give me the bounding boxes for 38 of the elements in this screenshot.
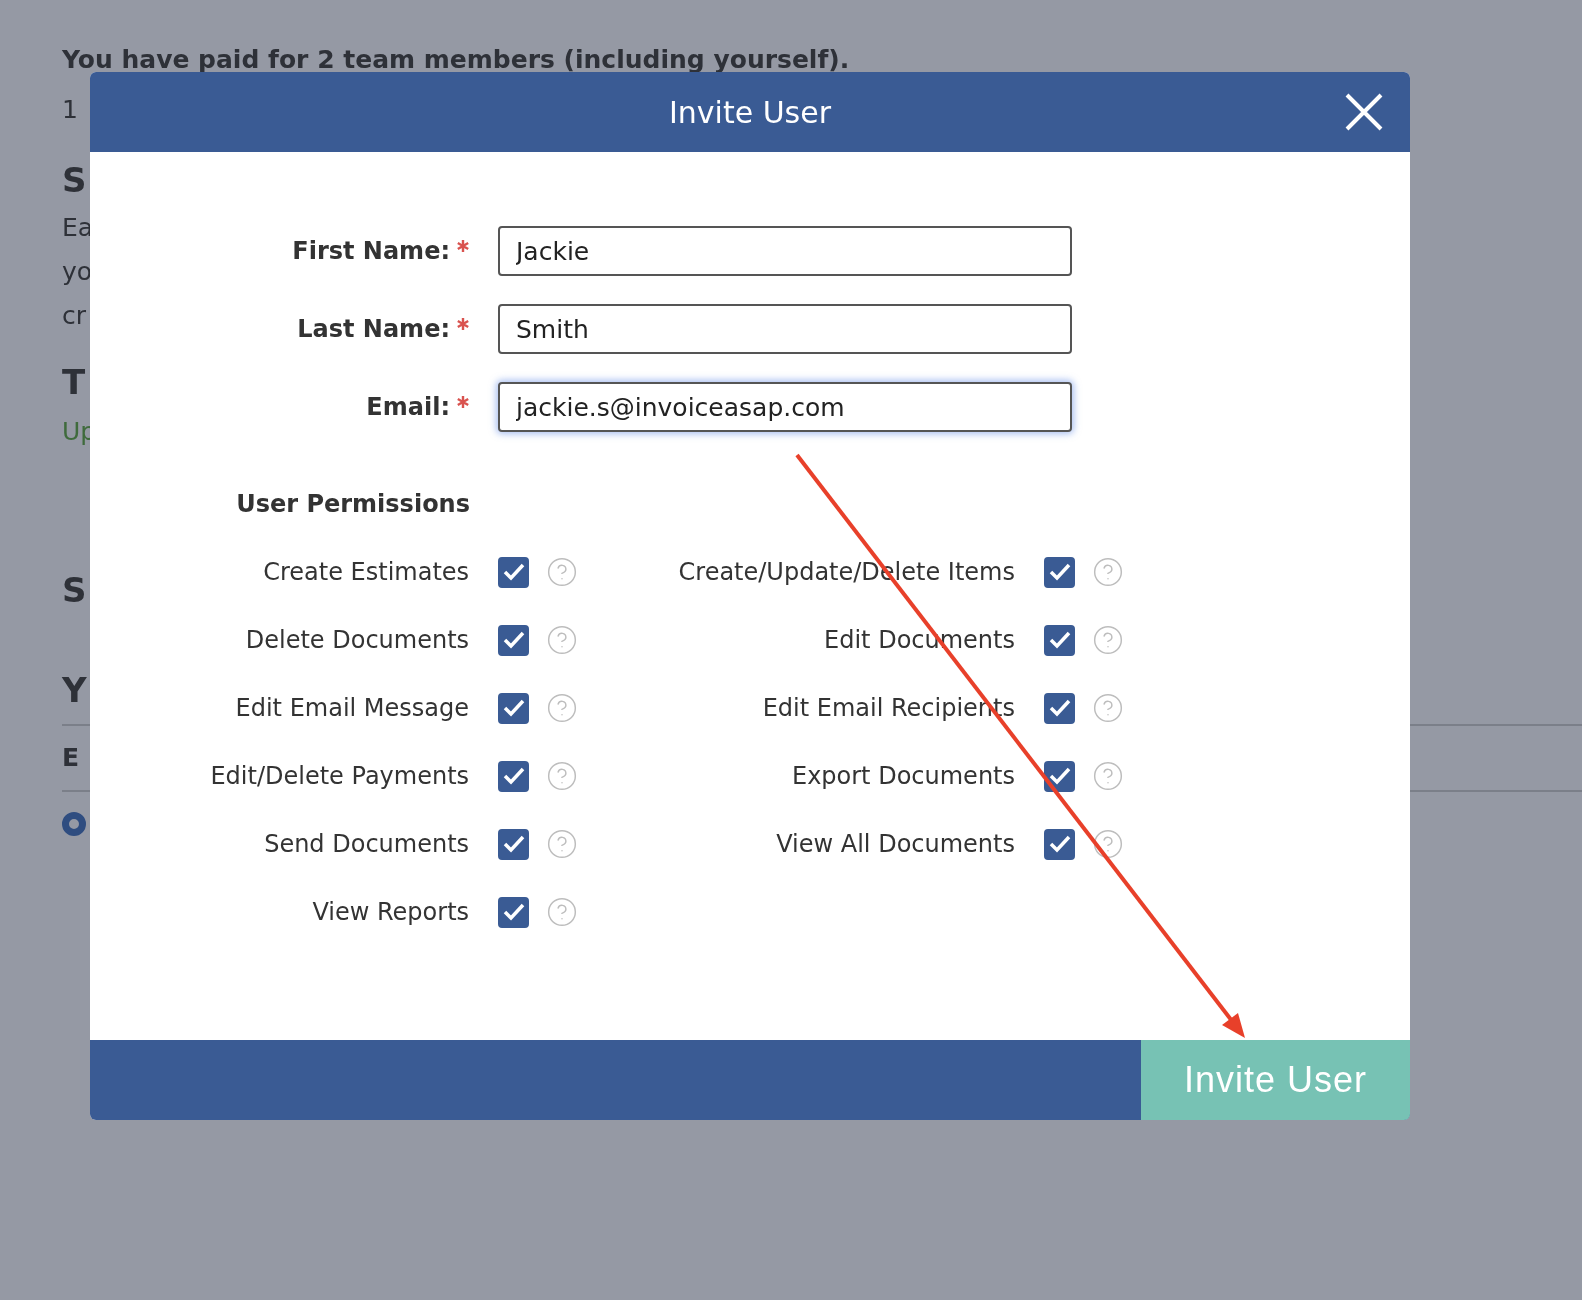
field-label: First Name:: [90, 237, 470, 265]
body-text: 1: [62, 94, 78, 126]
permission-label: Edit Email Message: [234, 694, 470, 722]
section-heading: S: [62, 160, 87, 200]
checkbox[interactable]: [498, 760, 529, 792]
body-text: yo: [62, 256, 93, 288]
section-heading: Y: [62, 670, 87, 710]
field-label: Last Name:: [90, 315, 470, 343]
checkbox[interactable]: [1044, 556, 1075, 588]
body-text: You have paid for 2 team members (including yourself).: [62, 44, 850, 76]
checkbox[interactable]: [1044, 760, 1075, 792]
column-label: E: [62, 742, 80, 774]
text-field[interactable]: Smith: [498, 304, 1072, 354]
permission-label: View All Documents: [775, 830, 1015, 858]
permission-label: Edit/Delete Payments: [209, 762, 470, 790]
checkbox[interactable]: [498, 828, 529, 860]
permission-label: Create Estimates: [262, 558, 470, 586]
body-text: cr: [62, 300, 87, 332]
radio-button[interactable]: [62, 812, 86, 836]
checkbox[interactable]: [498, 624, 529, 656]
section-heading: S: [62, 570, 87, 610]
permission-label: Delete Documents: [244, 626, 470, 654]
section-heading: T: [62, 362, 86, 402]
section-title: User Permissions: [235, 490, 470, 518]
checkbox[interactable]: [1044, 624, 1075, 656]
field-label: Email:: [90, 393, 470, 421]
help-icon[interactable]: [1092, 828, 1124, 860]
permission-label: Export Documents: [790, 762, 1015, 790]
checkbox[interactable]: [1044, 828, 1075, 860]
checkbox[interactable]: [498, 692, 529, 724]
text-field[interactable]: jackie.s@invoiceasap.com: [498, 382, 1072, 432]
dialog-title: Invite User: [668, 94, 832, 130]
checkbox[interactable]: [1044, 692, 1075, 724]
checkbox[interactable]: [498, 556, 529, 588]
close-button[interactable]: [1344, 92, 1384, 132]
checkbox[interactable]: [498, 896, 529, 928]
permission-label: Send Documents: [263, 830, 470, 858]
permission-label: View Reports: [311, 898, 470, 926]
